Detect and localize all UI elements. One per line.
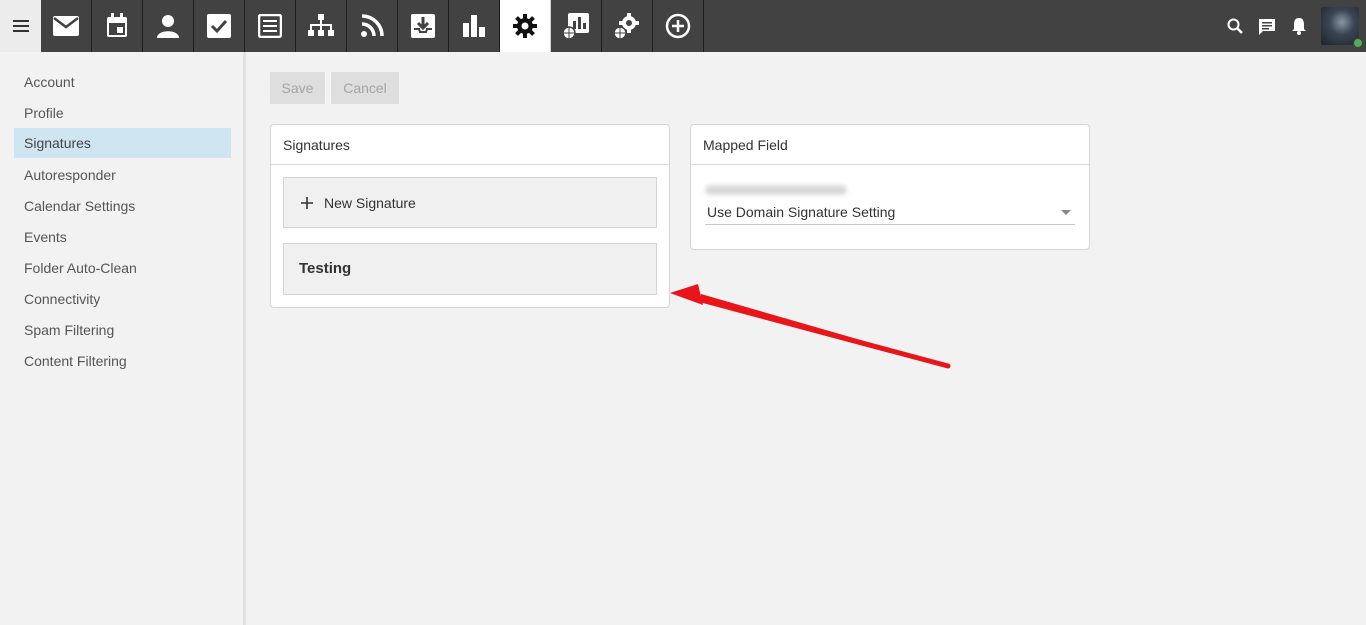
domain-settings-icon [613, 13, 639, 40]
app-sitemap[interactable] [296, 0, 347, 52]
mail-icon [53, 16, 79, 36]
bell-icon [1292, 18, 1306, 35]
add-circle-icon [665, 13, 691, 39]
reports-icon [463, 15, 485, 37]
notifications-button[interactable] [1283, 0, 1315, 52]
dropdown-caret-icon [1061, 210, 1071, 215]
sidebar-item-content-filtering[interactable]: Content Filtering [14, 346, 231, 376]
app-add[interactable] [653, 0, 704, 52]
save-button[interactable]: Save [270, 72, 325, 104]
sitemap-icon [308, 14, 334, 36]
cancel-button[interactable]: Cancel [331, 72, 399, 104]
notes-icon [258, 14, 282, 38]
sidebar-item-spam-filtering[interactable]: Spam Filtering [14, 315, 231, 345]
top-right-tools [1219, 0, 1366, 52]
mapped-field-card-title: Mapped Field [691, 125, 1089, 165]
domain-reports-icon [562, 13, 589, 40]
mapped-field-card: Mapped Field Use Domain Signature Settin… [690, 124, 1090, 250]
signature-mapping-select[interactable]: Use Domain Signature Setting [705, 201, 1075, 225]
app-contacts[interactable] [143, 0, 194, 52]
settings-gear-icon [513, 14, 537, 38]
user-avatar[interactable] [1321, 7, 1363, 48]
chat-icon [1259, 18, 1275, 35]
app-settings[interactable] [500, 0, 551, 52]
rss-icon [361, 14, 384, 37]
new-signature-label: New Signature [324, 194, 416, 211]
settings-sidebar: Account Profile Signatures Autoresponder… [0, 52, 246, 625]
download-tray-icon [411, 14, 435, 38]
sidebar-item-connectivity[interactable]: Connectivity [14, 284, 231, 314]
app-rss[interactable] [347, 0, 398, 52]
app-domain-reports[interactable] [551, 0, 602, 52]
sidebar-item-calendar-settings[interactable]: Calendar Settings [14, 191, 231, 221]
app-notes[interactable] [245, 0, 296, 52]
sidebar-item-folder-auto-clean[interactable]: Folder Auto-Clean [14, 253, 231, 283]
contacts-icon [157, 15, 179, 38]
redacted-email-label [705, 185, 847, 195]
app-calendar[interactable] [92, 0, 143, 52]
search-button[interactable] [1219, 0, 1251, 52]
sidebar-item-profile[interactable]: Profile [14, 98, 231, 128]
signature-item-testing[interactable]: Testing [283, 243, 657, 295]
tasks-icon [207, 14, 231, 38]
signatures-card: Signatures New Signature Testing [270, 124, 670, 308]
search-icon [1227, 18, 1243, 34]
sidebar-item-autoresponder[interactable]: Autoresponder [14, 160, 231, 190]
sidebar-item-account[interactable]: Account [14, 67, 231, 97]
new-signature-button[interactable]: New Signature [283, 177, 657, 228]
app-download-tray[interactable] [398, 0, 449, 52]
online-status-indicator [1353, 38, 1363, 48]
hamburger-icon [12, 20, 29, 32]
hamburger-menu-button[interactable] [0, 0, 41, 52]
sidebar-item-signatures[interactable]: Signatures [14, 128, 231, 158]
chat-button[interactable] [1251, 0, 1283, 52]
plus-icon [300, 196, 314, 210]
app-domain-settings[interactable] [602, 0, 653, 52]
app-switcher [41, 0, 704, 52]
signature-mapping-value: Use Domain Signature Setting [707, 204, 896, 220]
top-bar [0, 0, 1366, 52]
signatures-card-title: Signatures [271, 125, 669, 165]
app-tasks[interactable] [194, 0, 245, 52]
app-mail[interactable] [41, 0, 92, 52]
calendar-icon [107, 13, 127, 37]
app-reports[interactable] [449, 0, 500, 52]
sidebar-item-events[interactable]: Events [14, 222, 231, 252]
